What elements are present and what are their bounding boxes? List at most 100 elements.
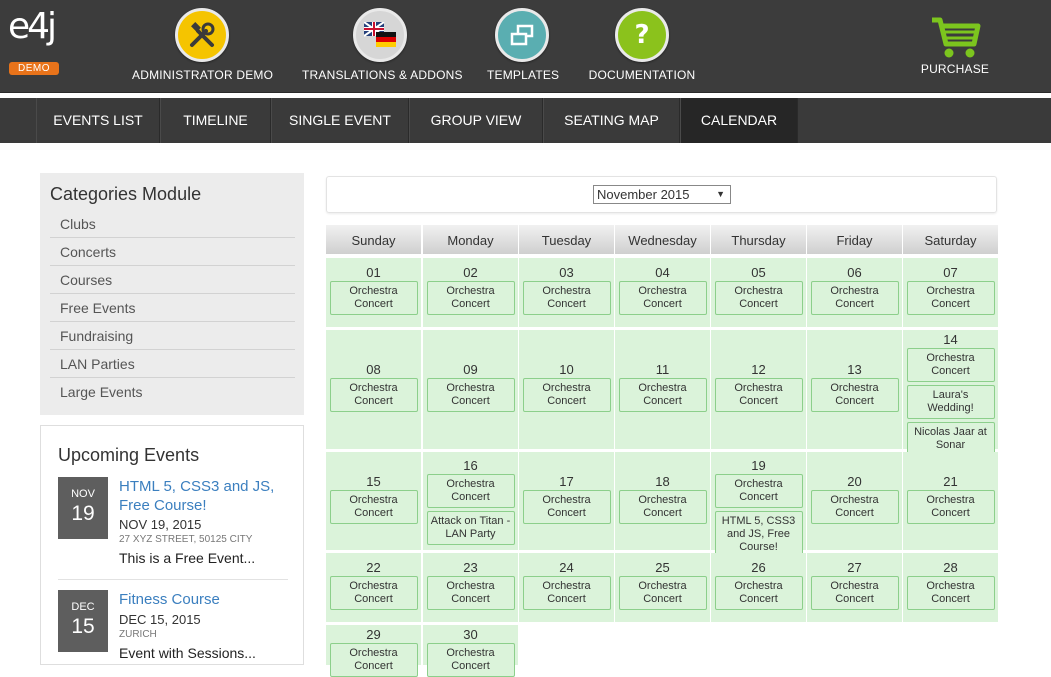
- nav-templates[interactable]: TEMPLATES: [487, 8, 559, 82]
- windows-icon: [495, 8, 549, 62]
- calendar-event[interactable]: Laura's Wedding!: [906, 385, 995, 419]
- day-number: 04: [655, 265, 670, 280]
- day-number: 22: [366, 560, 381, 575]
- event-title-link[interactable]: HTML 5, CSS3 and JS, Free Course!: [119, 477, 289, 515]
- day-number: 27: [847, 560, 862, 575]
- calendar-event[interactable]: Orchestra Concert: [329, 643, 418, 677]
- question-icon: ?: [615, 8, 669, 62]
- calendar-event[interactable]: Orchestra Concert: [810, 378, 899, 412]
- calendar-event[interactable]: Orchestra Concert: [810, 576, 899, 610]
- calendar-event[interactable]: Orchestra Concert: [618, 490, 707, 524]
- tab-seating-map[interactable]: SEATING MAP: [543, 98, 680, 143]
- calendar-event[interactable]: Orchestra Concert: [426, 281, 515, 315]
- tab-calendar[interactable]: CALENDAR: [680, 98, 798, 143]
- calendar-event[interactable]: Attack on Titan - LAN Party: [426, 511, 515, 545]
- day-number: 18: [655, 474, 670, 489]
- calendar-day-cell: 19 Orchestra Concert HTML 5, CSS3 and JS, …: [711, 452, 806, 558]
- day-number: 08: [366, 362, 381, 377]
- category-concerts[interactable]: Concerts: [50, 238, 295, 266]
- tab-events-list[interactable]: EVENTS LIST: [36, 98, 160, 143]
- calendar-event[interactable]: Orchestra Concert: [810, 490, 899, 524]
- calendar-event[interactable]: Orchestra Concert: [522, 378, 611, 412]
- calendar-event[interactable]: Orchestra Concert: [810, 281, 899, 315]
- event-description: Event with Sessions...: [119, 645, 256, 661]
- nav-documentation[interactable]: ? DOCUMENTATION: [586, 8, 698, 82]
- calendar-day-cell: 24 Orchestra Concert: [519, 553, 614, 622]
- category-clubs[interactable]: Clubs: [50, 210, 295, 238]
- category-fundraising[interactable]: Fundraising: [50, 322, 295, 350]
- calendar-event[interactable]: Orchestra Concert: [906, 576, 995, 610]
- calendar-event[interactable]: Orchestra Concert: [714, 378, 803, 412]
- calendar-event[interactable]: Orchestra Concert: [329, 576, 418, 610]
- tab-group-view[interactable]: GROUP VIEW: [409, 98, 543, 143]
- weekday-header: Monday: [423, 225, 518, 254]
- calendar-day-cell: 20 Orchestra Concert: [807, 452, 902, 550]
- day-number: 21: [943, 474, 958, 489]
- calendar-event[interactable]: Orchestra Concert: [906, 490, 995, 524]
- calendar-event[interactable]: Orchestra Concert: [329, 490, 418, 524]
- category-lan-parties[interactable]: LAN Parties: [50, 350, 295, 378]
- calendar-event[interactable]: Orchestra Concert: [714, 281, 803, 315]
- event-description: This is a Free Event...: [119, 550, 256, 566]
- date-day: 15: [71, 615, 95, 638]
- calendar-event[interactable]: Orchestra Concert: [618, 281, 707, 315]
- calendar-event[interactable]: Orchestra Concert: [329, 281, 418, 315]
- day-number: 06: [847, 265, 862, 280]
- category-courses[interactable]: Courses: [50, 266, 295, 294]
- month-selector-box: November 2015 ▼: [326, 176, 997, 213]
- brand-logo[interactable]: e4j DEMO: [6, 6, 76, 78]
- calendar-event[interactable]: Orchestra Concert: [426, 378, 515, 412]
- event-date: NOV 19, 2015: [119, 517, 202, 532]
- day-number: 29: [366, 627, 381, 642]
- calendar-event[interactable]: Orchestra Concert: [522, 490, 611, 524]
- day-number: 24: [559, 560, 574, 575]
- day-number: 23: [463, 560, 478, 575]
- calendar-event[interactable]: Orchestra Concert: [426, 643, 515, 677]
- tab-timeline[interactable]: TIMELINE: [160, 98, 271, 143]
- calendar-event[interactable]: HTML 5, CSS3 and JS, Free Course!: [714, 511, 803, 558]
- calendar-event[interactable]: Orchestra Concert: [426, 474, 515, 508]
- calendar-event[interactable]: Orchestra Concert: [522, 281, 611, 315]
- nav-administrator-demo[interactable]: ADMINISTRATOR DEMO: [132, 8, 273, 82]
- day-number: 25: [655, 560, 670, 575]
- weekday-header: Wednesday: [615, 225, 710, 254]
- nav-translations-addons[interactable]: TRANSLATIONS & ADDONS: [302, 8, 462, 82]
- nav-purchase[interactable]: PURCHASE: [920, 14, 990, 76]
- date-month: DEC: [71, 601, 95, 613]
- event-date: DEC 15, 2015: [119, 612, 201, 627]
- calendar-day-cell: 14 Orchestra Concert Laura's Wedding! Nicol…: [903, 330, 998, 456]
- tab-single-event[interactable]: SINGLE EVENT: [271, 98, 409, 143]
- date-month: NOV: [71, 488, 95, 500]
- month-select[interactable]: November 2015 ▼: [593, 185, 731, 204]
- calendar-event[interactable]: Orchestra Concert: [329, 378, 418, 412]
- calendar-day-cell: 27 Orchestra Concert: [807, 553, 902, 622]
- calendar-event[interactable]: Nicolas Jaar at Sonar: [906, 422, 995, 456]
- calendar-event[interactable]: Orchestra Concert: [906, 348, 995, 382]
- calendar-day-cell: 28 Orchestra Concert: [903, 553, 998, 622]
- category-large-events[interactable]: Large Events: [50, 378, 295, 406]
- calendar-event[interactable]: Orchestra Concert: [714, 474, 803, 508]
- calendar-event[interactable]: Orchestra Concert: [522, 576, 611, 610]
- event-title-link[interactable]: Fitness Course: [119, 590, 289, 609]
- weekday-header: Sunday: [326, 225, 421, 254]
- calendar-day-cell: 18 Orchestra Concert: [615, 452, 710, 550]
- calendar-event[interactable]: Orchestra Concert: [714, 576, 803, 610]
- category-free-events[interactable]: Free Events: [50, 294, 295, 322]
- calendar-event[interactable]: Orchestra Concert: [426, 576, 515, 610]
- day-number: 11: [655, 362, 670, 377]
- day-number: 12: [751, 362, 766, 377]
- calendar-event[interactable]: Orchestra Concert: [618, 576, 707, 610]
- day-number: 20: [847, 474, 862, 489]
- calendar-day-cell: 07 Orchestra Concert: [903, 258, 998, 327]
- top-header: e4j DEMO ADMINISTRATOR DEMO TRANSLATIONS…: [0, 0, 1051, 93]
- day-number: 16: [463, 458, 478, 473]
- tab-bar: EVENTS LIST TIMELINE SINGLE EVENT GROUP …: [0, 98, 1051, 143]
- calendar-day-cell: 15 Orchestra Concert: [326, 452, 421, 550]
- upcoming-event-item: DEC 15 Fitness Course DEC 15, 2015 ZURIC…: [58, 590, 288, 670]
- calendar-event[interactable]: Orchestra Concert: [906, 281, 995, 315]
- calendar-day-cell: 10 Orchestra Concert: [519, 330, 614, 449]
- calendar-day-cell: 23 Orchestra Concert: [423, 553, 518, 622]
- month-select-value: November 2015: [597, 187, 690, 202]
- day-number: 19: [751, 458, 766, 473]
- calendar-event[interactable]: Orchestra Concert: [618, 378, 707, 412]
